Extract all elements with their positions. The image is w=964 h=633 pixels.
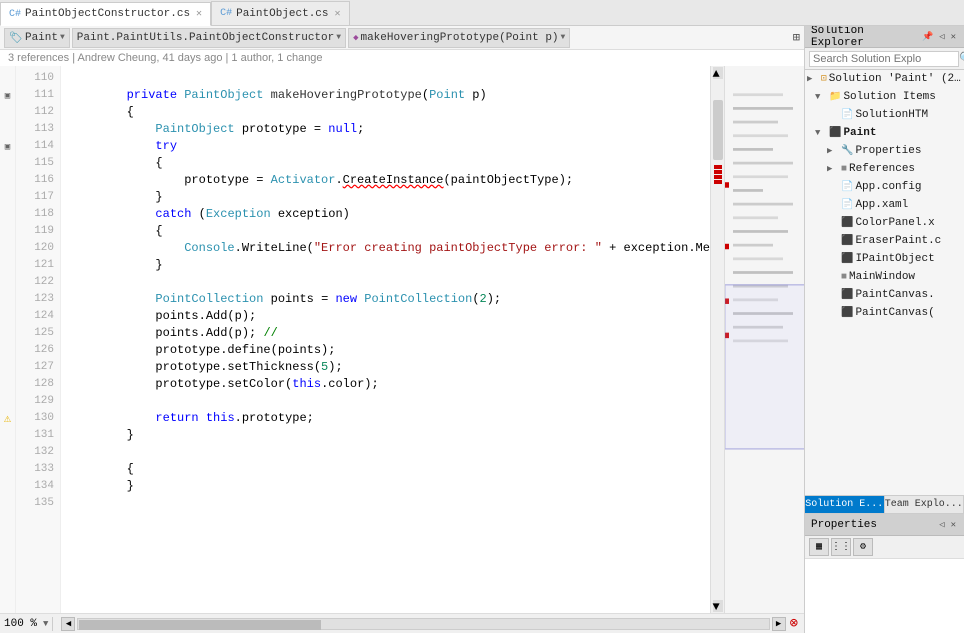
tab-bar: C# PaintObjectConstructor.cs ✕ C# PaintO… <box>0 0 964 26</box>
warning-icon-130: ⚠ <box>4 411 11 426</box>
close-tab-1[interactable]: ✕ <box>335 8 341 20</box>
zoom-dropdown[interactable]: ▼ <box>43 619 48 629</box>
solution-icon: ⊡ <box>821 73 827 85</box>
breadcrumb-method[interactable]: ◆ makeHoveringPrototype(Point p) ▼ <box>348 28 570 48</box>
prop-alphabetical-btn[interactable]: ⋮⋮ <box>831 538 851 556</box>
paintcanvas1-icon: ⬛ <box>841 289 853 301</box>
prop-close-btn[interactable]: ✕ <box>949 519 958 531</box>
tree-item-solution[interactable]: ▶ ⊡ Solution 'Paint' (2 p <box>805 70 964 88</box>
pin-btn[interactable]: 📌 <box>920 31 935 43</box>
tree-expand-properties: ▶ <box>827 146 839 156</box>
ipaintobject-icon: ⬛ <box>841 253 853 265</box>
breadcrumb-namespace[interactable]: 🏷 Paint ▼ <box>4 28 70 48</box>
solution-search-input[interactable] <box>809 51 959 67</box>
tab-solution-explorer[interactable]: Solution E... <box>805 496 885 513</box>
properties-content <box>805 559 964 633</box>
appconfig-icon: 📄 <box>841 181 853 193</box>
tree-item-appxaml[interactable]: 📄 App.xaml <box>805 196 964 214</box>
breadcrumb: 🏷 Paint ▼ Paint.PaintUtils.PaintObjectCo… <box>0 26 804 50</box>
tab-label-1: PaintObject.cs <box>236 8 328 20</box>
properties-toolbar: ▦ ⋮⋮ ⚙ <box>805 536 964 559</box>
close-tab-0[interactable]: ✕ <box>196 8 202 20</box>
properties-title: Properties <box>811 519 877 531</box>
collapse-icon-111[interactable]: ▣ <box>5 91 10 101</box>
appxaml-icon: 📄 <box>841 199 853 211</box>
prop-settings-btn[interactable]: ⚙ <box>853 538 873 556</box>
tree-item-ipaintobject[interactable]: ⬛ IPaintObject <box>805 250 964 268</box>
paintcanvas2-icon: ⬛ <box>841 307 853 319</box>
zoom-control[interactable]: 100 % ▼ <box>0 618 48 630</box>
properties-header: Properties ◁ ✕ <box>805 514 964 536</box>
solutionhtm-icon: 📄 <box>841 109 853 121</box>
namespace-icon: 🏷 <box>9 31 23 45</box>
prop-categorized-btn[interactable]: ▦ <box>809 538 829 556</box>
code-editor[interactable]: private PaintObject makeHoveringPrototyp… <box>61 66 710 613</box>
tree-expand-solutionitems: ▼ <box>815 92 827 102</box>
solution-explorer-title: Solution Explorer <box>811 26 920 49</box>
solution-tree: ▶ ⊡ Solution 'Paint' (2 p ▼ 📁 Solution I… <box>805 70 964 495</box>
mainwindow-icon: ■ <box>841 272 847 283</box>
scroll-marker-1 <box>714 165 722 169</box>
colorpanel-icon: ⬛ <box>841 217 853 229</box>
scroll-marker-2 <box>714 170 722 174</box>
tree-item-appconfig[interactable]: 📄 App.config <box>805 178 964 196</box>
hscroll-track[interactable] <box>77 618 769 630</box>
eraserpaint-icon: ⬛ <box>841 235 853 247</box>
collapse-icon-114[interactable]: ▣ <box>5 142 10 152</box>
minimap <box>724 66 804 613</box>
zoom-value: 100 % <box>0 618 41 630</box>
tree-item-solutionhtm[interactable]: 📄 SolutionHTM <box>805 106 964 124</box>
scroll-up-btn[interactable]: ▲ <box>713 67 723 79</box>
references-icon: ■ <box>841 164 847 175</box>
paint-project-icon: ⬛ <box>829 127 841 139</box>
tree-item-paint[interactable]: ▼ ⬛ Paint <box>805 124 964 142</box>
solution-explorer-header: Solution Explorer 📌 ◁ ✕ <box>805 26 964 48</box>
tree-item-references[interactable]: ▶ ■ References <box>805 160 964 178</box>
properties-panel: Properties ◁ ✕ ▦ ⋮⋮ ⚙ <box>805 513 964 633</box>
solution-search-bar: 🔍 <box>805 48 964 70</box>
search-icon[interactable]: 🔍 <box>959 51 964 66</box>
method-icon: ◆ <box>353 33 358 43</box>
code-info-line: 3 references | Andrew Cheung, 41 days ag… <box>0 50 804 66</box>
tree-item-eraserpaint[interactable]: ⬛ EraserPaint.c <box>805 232 964 250</box>
scroll-down-btn[interactable]: ▼ <box>713 600 723 612</box>
tree-item-properties[interactable]: ▶ 🔧 Properties <box>805 142 964 160</box>
tree-item-paintcanvas1[interactable]: ⬛ PaintCanvas. <box>805 286 964 304</box>
tree-expand-references: ▶ <box>827 164 839 174</box>
tree-item-colorpanel[interactable]: ⬛ ColorPanel.x <box>805 214 964 232</box>
properties-icon: 🔧 <box>841 145 853 157</box>
scroll-marker-3 <box>714 175 722 179</box>
error-indicator: ⊗ <box>790 615 798 632</box>
cs-icon: C# <box>9 9 21 20</box>
tree-expand-solution: ▶ <box>807 74 819 84</box>
error-icon: ⊗ <box>790 616 798 632</box>
hscroll-right-btn[interactable]: ▶ <box>772 617 786 631</box>
editor-vertical-scrollbar[interactable]: ▲ ▼ <box>710 66 724 613</box>
tab-paintobject[interactable]: C# PaintObject.cs ✕ <box>211 1 349 25</box>
line-numbers: 110 111 112 113 114 115 116 117 118 119 … <box>16 66 61 613</box>
scroll-marker-4 <box>714 180 722 184</box>
tab-team-explorer[interactable]: Team Explo... <box>885 496 964 513</box>
minimap-svg <box>725 66 804 613</box>
tab-label-0: PaintObjectConstructor.cs <box>25 8 190 20</box>
tab-paintobjectconstructor[interactable]: C# PaintObjectConstructor.cs ✕ <box>0 2 211 26</box>
hscroll-thumb[interactable] <box>79 620 321 630</box>
scroll-thumb[interactable] <box>713 100 723 160</box>
editor-margin: ▣ ▣ <box>0 66 16 613</box>
tree-expand-paint: ▼ <box>815 128 827 138</box>
cs-icon-1: C# <box>220 8 232 19</box>
panel-tabs: Solution E... Team Explo... <box>805 495 964 513</box>
close-panel-btn[interactable]: ✕ <box>949 31 958 43</box>
breadcrumb-class[interactable]: Paint.PaintUtils.PaintObjectConstructor … <box>72 28 346 48</box>
hscroll-left-btn[interactable]: ◀ <box>61 617 75 631</box>
split-editor-btn[interactable]: ⊞ <box>793 30 800 45</box>
tree-item-solution-items[interactable]: ▼ 📁 Solution Items <box>805 88 964 106</box>
folder-icon: 📁 <box>829 91 841 103</box>
tree-item-paintcanvas2[interactable]: ⬛ PaintCanvas( <box>805 304 964 322</box>
prop-pin-btn[interactable]: ◁ <box>937 519 946 531</box>
pin-auto-btn[interactable]: ◁ <box>937 31 946 43</box>
tree-item-mainwindow[interactable]: ■ MainWindow <box>805 268 964 286</box>
